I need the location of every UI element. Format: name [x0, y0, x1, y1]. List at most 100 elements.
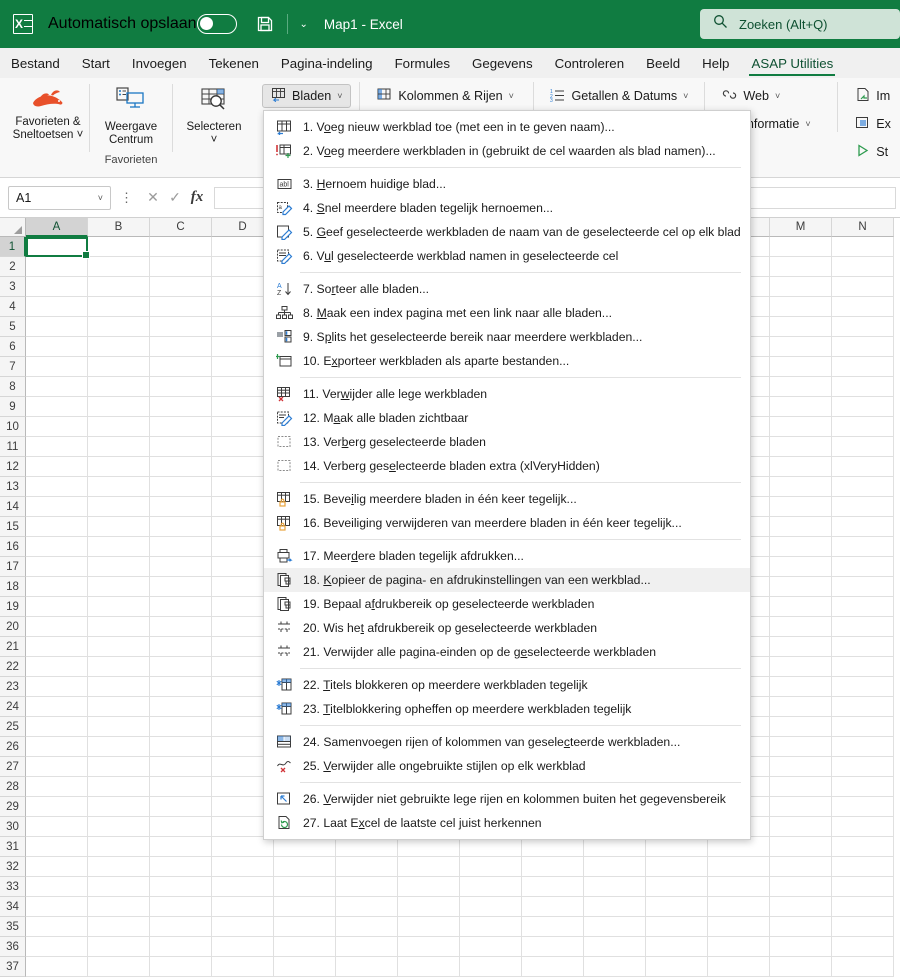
cell-N28[interactable]: [832, 777, 894, 797]
cell-B7[interactable]: [88, 357, 150, 377]
row-header-31[interactable]: 31: [0, 837, 26, 857]
cell-N13[interactable]: [832, 477, 894, 497]
cell-B21[interactable]: [88, 637, 150, 657]
search-box[interactable]: Zoeken (Alt+Q): [700, 9, 900, 39]
row-header-23[interactable]: 23: [0, 677, 26, 697]
cell-A28[interactable]: [26, 777, 88, 797]
cell-C8[interactable]: [150, 377, 212, 397]
cell-B28[interactable]: [88, 777, 150, 797]
cell-N18[interactable]: [832, 577, 894, 597]
tab-gegevens[interactable]: Gegevens: [461, 49, 544, 77]
cell-N25[interactable]: [832, 717, 894, 737]
cell-B36[interactable]: [88, 937, 150, 957]
tab-help[interactable]: Help: [691, 49, 740, 77]
cell-B13[interactable]: [88, 477, 150, 497]
cell-G31[interactable]: [398, 837, 460, 857]
menu-item-27[interactable]: 27. Laat Excel de laatste cel juist herk…: [264, 811, 750, 835]
cell-C2[interactable]: [150, 257, 212, 277]
cell-B30[interactable]: [88, 817, 150, 837]
row-header-10[interactable]: 10: [0, 417, 26, 437]
cell-L37[interactable]: [708, 957, 770, 977]
cell-L31[interactable]: [708, 837, 770, 857]
menu-item-13[interactable]: 13. Verberg geselecteerde bladen: [264, 430, 750, 454]
kolommen-rijen-button[interactable]: Kolommen & Rijen ˅: [368, 84, 523, 108]
row-header-13[interactable]: 13: [0, 477, 26, 497]
cell-B12[interactable]: [88, 457, 150, 477]
cell-E35[interactable]: [274, 917, 336, 937]
cell-N11[interactable]: [832, 437, 894, 457]
row-header-15[interactable]: 15: [0, 517, 26, 537]
menu-item-3[interactable]: abl 3. Hernoem huidige blad...: [264, 172, 750, 196]
cell-N14[interactable]: [832, 497, 894, 517]
insert-function-icon[interactable]: fx: [186, 189, 208, 206]
cell-G34[interactable]: [398, 897, 460, 917]
cell-N19[interactable]: [832, 597, 894, 617]
row-header-25[interactable]: 25: [0, 717, 26, 737]
cell-B14[interactable]: [88, 497, 150, 517]
cell-B23[interactable]: [88, 677, 150, 697]
row-header-27[interactable]: 27: [0, 757, 26, 777]
cell-C23[interactable]: [150, 677, 212, 697]
cell-M35[interactable]: [770, 917, 832, 937]
cell-K31[interactable]: [646, 837, 708, 857]
cell-A22[interactable]: [26, 657, 88, 677]
cell-E36[interactable]: [274, 937, 336, 957]
cell-B24[interactable]: [88, 697, 150, 717]
tab-controleren[interactable]: Controleren: [544, 49, 635, 77]
cell-B1[interactable]: [88, 237, 150, 257]
cell-A10[interactable]: [26, 417, 88, 437]
row-header-4[interactable]: 4: [0, 297, 26, 317]
cell-H35[interactable]: [460, 917, 522, 937]
cell-C9[interactable]: [150, 397, 212, 417]
save-icon[interactable]: [255, 14, 275, 34]
cell-B33[interactable]: [88, 877, 150, 897]
cell-B5[interactable]: [88, 317, 150, 337]
tab-pagina-indeling[interactable]: Pagina-indeling: [270, 49, 384, 77]
cell-D37[interactable]: [212, 957, 274, 977]
cell-A2[interactable]: [26, 257, 88, 277]
cell-A27[interactable]: [26, 757, 88, 777]
cell-A20[interactable]: [26, 617, 88, 637]
row-header-8[interactable]: 8: [0, 377, 26, 397]
cell-N2[interactable]: [832, 257, 894, 277]
cell-C20[interactable]: [150, 617, 212, 637]
cell-C13[interactable]: [150, 477, 212, 497]
cell-K34[interactable]: [646, 897, 708, 917]
menu-item-11[interactable]: 11. Verwijder alle lege werkbladen: [264, 382, 750, 406]
cell-L36[interactable]: [708, 937, 770, 957]
name-box[interactable]: A1 ˅: [8, 185, 111, 210]
tab-formules[interactable]: Formules: [384, 49, 461, 77]
tab-asap-utilities[interactable]: ASAP Utilities: [740, 49, 844, 77]
cell-N4[interactable]: [832, 297, 894, 317]
row-header-19[interactable]: 19: [0, 597, 26, 617]
cell-N20[interactable]: [832, 617, 894, 637]
row-header-32[interactable]: 32: [0, 857, 26, 877]
cell-M18[interactable]: [770, 577, 832, 597]
cell-N10[interactable]: [832, 417, 894, 437]
cell-F37[interactable]: [336, 957, 398, 977]
getallen-datums-button[interactable]: 1 2 3 Getallen & Datums ˅: [541, 84, 697, 108]
cell-N31[interactable]: [832, 837, 894, 857]
cell-M17[interactable]: [770, 557, 832, 577]
menu-item-22[interactable]: 22. Titels blokkeren op meerdere werkbla…: [264, 673, 750, 697]
cell-M32[interactable]: [770, 857, 832, 877]
menu-item-18[interactable]: 18. Kopieer de pagina- en afdrukinstelli…: [264, 568, 750, 592]
cell-M28[interactable]: [770, 777, 832, 797]
cell-A30[interactable]: [26, 817, 88, 837]
cell-A5[interactable]: [26, 317, 88, 337]
tab-beeld[interactable]: Beeld: [635, 49, 691, 77]
cell-K32[interactable]: [646, 857, 708, 877]
tab-start[interactable]: Start: [71, 49, 121, 77]
cell-B17[interactable]: [88, 557, 150, 577]
cell-A11[interactable]: [26, 437, 88, 457]
cell-H37[interactable]: [460, 957, 522, 977]
cell-K33[interactable]: [646, 877, 708, 897]
cell-B29[interactable]: [88, 797, 150, 817]
row-header-36[interactable]: 36: [0, 937, 26, 957]
cell-C15[interactable]: [150, 517, 212, 537]
cell-D33[interactable]: [212, 877, 274, 897]
cell-N7[interactable]: [832, 357, 894, 377]
cell-M8[interactable]: [770, 377, 832, 397]
cell-F31[interactable]: [336, 837, 398, 857]
cell-A23[interactable]: [26, 677, 88, 697]
